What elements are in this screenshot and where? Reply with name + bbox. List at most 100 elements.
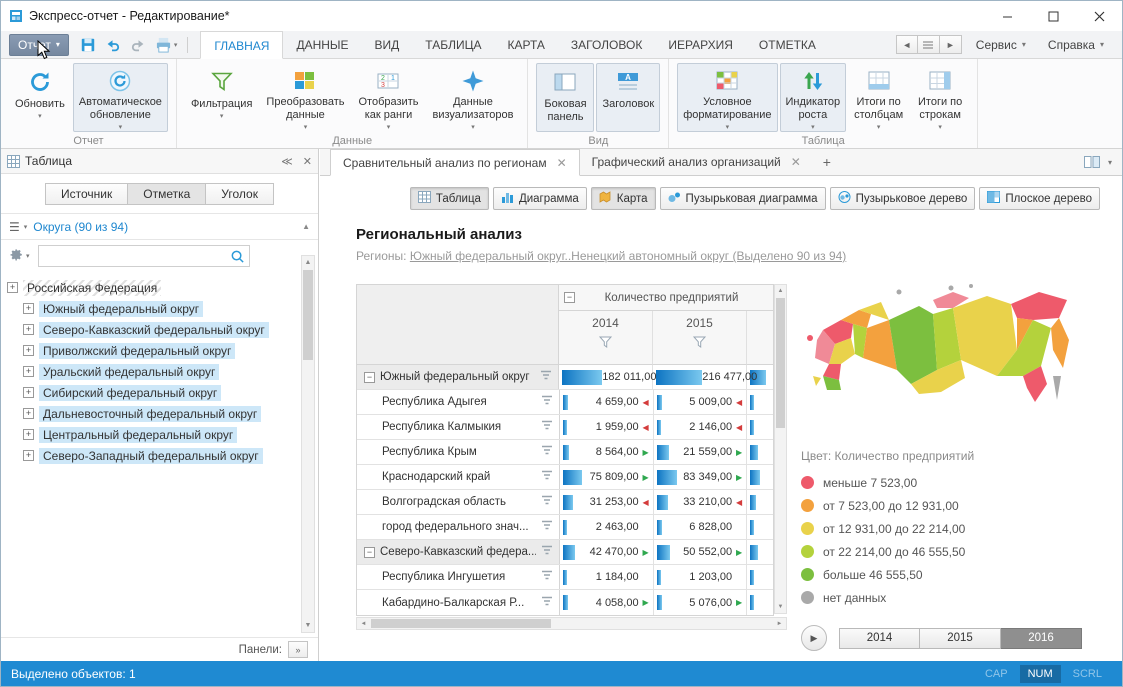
menu-icon[interactable]: ☰ [9,220,21,234]
expand-icon[interactable]: + [23,387,34,398]
value-cell-clipped[interactable] [747,540,773,564]
side-panel-tab[interactable]: Уголок [206,183,274,205]
row-header-cell[interactable]: − Республика Адыгея [357,390,560,414]
close-panel-icon[interactable]: ✕ [303,155,312,168]
value-cell-2015[interactable]: 6 828,00 [654,515,748,539]
ribbon-tab[interactable]: ИЕРАРХИЯ [655,31,746,58]
document-tab[interactable]: Сравнительный анализ по регионам ✕ [330,149,580,176]
minimize-button[interactable] [984,1,1030,31]
tree-item[interactable]: + Российская Федерация [7,277,296,298]
column-filter-icon[interactable] [693,336,706,348]
close-tab-icon[interactable]: ✕ [791,155,801,169]
scrollbar-thumb[interactable] [371,619,551,628]
side-panel-button[interactable]: Боковая панель [536,63,594,132]
row-filter-icon[interactable] [541,570,559,584]
measure-header-cell[interactable]: − Количество предприятий [559,285,773,311]
help-menu[interactable]: Справка▾ [1040,34,1112,56]
row-filter-icon[interactable] [541,470,559,484]
value-cell-2014[interactable]: 4 659,00◀ [560,390,654,414]
settings-button[interactable]: ▾ [9,249,30,263]
row-filter-icon[interactable] [541,395,559,409]
view-switch-button[interactable]: Диаграмма [493,187,587,210]
table-row[interactable]: − Южный федеральный округ 182 011,00 216… [357,365,773,390]
play-button[interactable]: ▶ [801,625,827,651]
value-cell-clipped[interactable] [747,415,773,439]
value-cell-2014[interactable]: 1 184,00 [560,565,654,589]
scroll-right-icon[interactable]: ► [773,618,786,629]
document-tab[interactable]: Графический анализ организаций ✕ [580,149,813,175]
value-cell-clipped[interactable] [747,390,773,414]
ribbon-tab[interactable]: ТАБЛИЦА [412,31,494,58]
value-cell-2015[interactable]: 216 477,00 [653,365,747,389]
value-cell-2014[interactable]: 42 470,00▶ [560,540,654,564]
value-cell-clipped[interactable] [747,565,773,589]
row-filter-icon[interactable] [540,370,558,384]
row-header-cell[interactable]: − Северо-Кавказский федера... [357,540,560,564]
value-cell-2015[interactable]: 21 559,00▶ [654,440,748,464]
view-switch-button[interactable]: Пузырьковое дерево [830,187,976,210]
row-header-cell[interactable]: − город федерального знач... [357,515,560,539]
scrollbar-thumb[interactable] [303,270,313,360]
table-row[interactable]: − Республика Ингушетия 1 184,00 1 203,00 [357,565,773,590]
scroll-down-icon[interactable]: ▼ [302,619,314,632]
table-row[interactable]: − Кабардино-Балкарская Р... 4 058,00▶ 5 … [357,590,773,615]
close-button[interactable] [1076,1,1122,31]
close-tab-icon[interactable]: ✕ [557,156,567,170]
row-filter-icon[interactable] [541,520,559,534]
expand-icon[interactable]: + [23,324,34,335]
table-vertical-scrollbar[interactable]: ▲ ▼ [774,284,787,614]
map-year-button[interactable]: 2016 [1001,628,1082,649]
year-column-header[interactable]: 2015 [653,311,747,365]
row-header-cell[interactable]: − Кабардино-Балкарская Р... [357,590,560,615]
transform-data-button[interactable]: Преобразовать данные ▾ [260,63,350,132]
scroll-down-icon[interactable]: ▼ [775,601,786,613]
ribbon-tab[interactable]: ГЛАВНАЯ [200,31,283,59]
value-cell-2015[interactable]: 1 203,00 [654,565,748,589]
scroll-up-icon[interactable]: ▲ [302,256,314,269]
tree-item[interactable]: + Уральский федеральный округ [7,361,296,382]
expand-icon[interactable]: + [23,408,34,419]
table-row[interactable]: − Волгоградская область 31 253,00◀ 33 21… [357,490,773,515]
view-switch-button[interactable]: Пузырьковая диаграмма [660,187,826,210]
scroll-left-button[interactable]: ◄ [896,35,918,54]
window-list-button[interactable] [918,35,940,54]
year-column-header[interactable]: 2014 [559,311,653,365]
value-cell-2014[interactable]: 182 011,00 [559,365,653,389]
table-row[interactable]: − Республика Крым 8 564,00▶ 21 559,00▶ [357,440,773,465]
collapse-row-icon[interactable]: − [364,547,375,558]
value-cell-clipped[interactable] [747,465,773,489]
undo-button[interactable] [104,36,122,54]
split-view-icon[interactable] [1084,156,1100,168]
expand-icon[interactable]: + [23,366,34,377]
row-header-cell[interactable]: − Республика Ингушетия [357,565,560,589]
column-filter-icon[interactable] [599,336,612,348]
tree-item[interactable]: + Южный федеральный округ [7,298,296,319]
view-switch-button[interactable]: Карта [591,187,656,210]
show-as-ranks-button[interactable]: 213 Отобразить как ранги ▾ [353,63,425,132]
expand-icon[interactable]: + [23,303,34,314]
value-cell-clipped[interactable] [747,515,773,539]
row-filter-icon[interactable] [541,445,559,459]
row-header-cell[interactable]: − Республика Калмыкия [357,415,560,439]
table-row[interactable]: − Республика Адыгея 4 659,00◀ 5 009,00◀ [357,390,773,415]
tree-item[interactable]: + Приволжский федеральный округ [7,340,296,361]
growth-indicator-button[interactable]: Индикатор роста ▾ [780,63,847,132]
table-row[interactable]: − город федерального знач... 2 463,00 6 … [357,515,773,540]
row-header-cell[interactable]: − Южный федеральный округ [357,365,559,389]
ribbon-tab[interactable]: ДАННЫЕ [283,31,361,58]
expand-icon[interactable]: + [23,345,34,356]
tree-item[interactable]: + Дальневосточный федеральный округ [7,403,296,424]
value-cell-2014[interactable]: 4 058,00▶ [560,590,654,615]
value-cell-2014[interactable]: 8 564,00▶ [560,440,654,464]
panels-expand-button[interactable]: » [288,641,308,658]
side-panel-tab[interactable]: Отметка [128,183,206,205]
view-switch-button[interactable]: Плоское дерево [979,187,1100,210]
conditional-formatting-button[interactable]: Условное форматирование ▾ [677,63,777,132]
column-totals-button[interactable]: Итоги по столбцам ▾ [848,63,909,132]
header-button[interactable]: A Заголовок [596,63,660,132]
service-menu[interactable]: Сервис▾ [968,34,1034,56]
row-filter-icon[interactable] [541,545,559,559]
tree-item[interactable]: + Сибирский федеральный округ [7,382,296,403]
dimension-label[interactable]: Округа (90 из 94) [33,220,128,234]
table-row[interactable]: − Краснодарский край 75 809,00▶ 83 349,0… [357,465,773,490]
